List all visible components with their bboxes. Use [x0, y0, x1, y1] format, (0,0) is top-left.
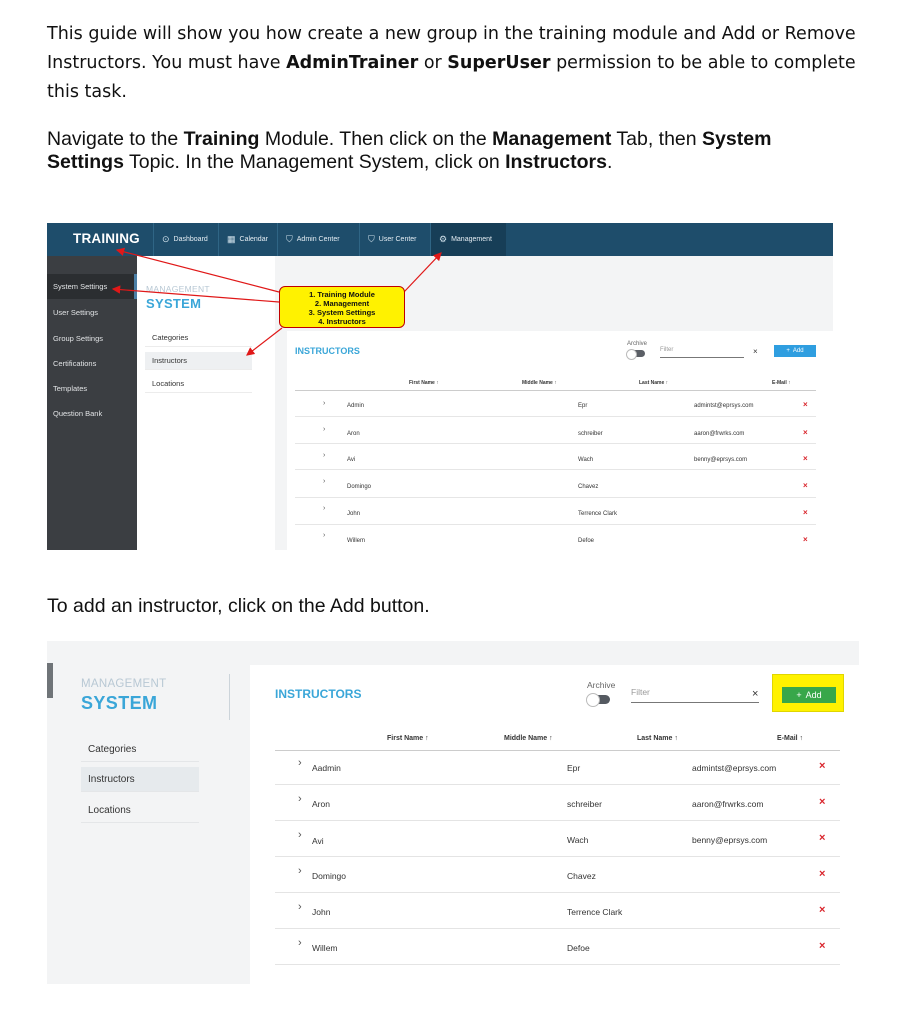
cell-first-name: Aron: [312, 799, 330, 809]
cell-first-name: John: [312, 907, 331, 917]
row-divider: [275, 892, 840, 893]
expand-icon[interactable]: ›: [298, 757, 302, 769]
row-divider: [275, 784, 840, 785]
filter-input[interactable]: Filter: [631, 687, 759, 703]
expand-icon[interactable]: ›: [298, 901, 302, 913]
cell-last-name: Chavez: [567, 871, 596, 881]
system-label: SYSTEM: [81, 693, 158, 713]
clear-filter-icon[interactable]: ×: [752, 688, 758, 700]
cell-first-name: Willem: [312, 943, 338, 953]
arrow-to-instructors: [246, 327, 283, 356]
column-email[interactable]: E-Mail ↑: [777, 735, 803, 742]
cell-last-name: Defoe: [567, 943, 590, 953]
cell-first-name: Domingo: [312, 871, 347, 881]
expand-icon[interactable]: ›: [298, 793, 302, 805]
instructors-title: INSTRUCTORS: [275, 687, 362, 701]
delete-icon[interactable]: ×: [819, 904, 825, 916]
add-label: Add: [805, 690, 822, 700]
menu-locations[interactable]: Locations: [81, 798, 199, 823]
cell-last-name: Epr: [567, 763, 581, 773]
add-instructor-button[interactable]: + Add: [782, 687, 836, 703]
expand-icon[interactable]: ›: [298, 937, 302, 949]
archive-toggle[interactable]: [586, 693, 610, 707]
cell-first-name: Aadmin: [312, 763, 341, 773]
arrow-to-training: [115, 247, 280, 293]
screenshot-instructors-add: MANAGEMENT SYSTEM Categories Instructors…: [47, 641, 859, 984]
delete-icon[interactable]: ×: [819, 832, 825, 844]
cell-last-name: Wach: [567, 835, 589, 845]
column-first-name[interactable]: First Name ↑: [387, 735, 429, 742]
header-divider: [275, 750, 840, 751]
callout-step-3: 3. System Settings: [308, 308, 376, 317]
archive-label: Archive: [587, 680, 616, 690]
expand-icon[interactable]: ›: [298, 865, 302, 877]
accent-bar: [47, 663, 53, 698]
management-label: MANAGEMENT: [81, 678, 167, 690]
add-instruction: To add an instructor, click on the Add b…: [47, 595, 430, 617]
column-middle-name[interactable]: Middle Name ↑: [504, 735, 553, 742]
instructors-panel: INSTRUCTORS Archive Filter × + Add First …: [250, 665, 859, 984]
row-divider: [275, 820, 840, 821]
callout-step-4: 4. Instructors: [318, 317, 366, 326]
expand-icon[interactable]: ›: [298, 829, 302, 841]
callout-step-2: 2. Management: [314, 299, 370, 308]
arrow-to-management: [403, 252, 442, 293]
cell-last-name: Terrence Clark: [567, 907, 623, 917]
cell-first-name: Avi: [312, 836, 324, 846]
delete-icon[interactable]: ×: [819, 940, 825, 952]
arrow-to-system-settings: [111, 285, 280, 303]
delete-icon[interactable]: ×: [819, 760, 825, 772]
plus-icon: +: [796, 690, 802, 700]
steps-callout: 1. Training Module 2. Management 3. Syst…: [279, 286, 405, 328]
menu-categories[interactable]: Categories: [81, 737, 199, 762]
cell-email: benny@eprsys.com: [692, 835, 768, 845]
column-last-name[interactable]: Last Name ↑: [637, 735, 678, 742]
header-divider: [229, 674, 230, 720]
row-divider: [275, 964, 840, 965]
callout-step-1: 1. Training Module: [309, 290, 375, 299]
menu-instructors[interactable]: Instructors: [81, 767, 199, 792]
cell-email: aaron@frwrks.com: [692, 799, 764, 809]
delete-icon[interactable]: ×: [819, 796, 825, 808]
cell-email: admintst@eprsys.com: [692, 763, 777, 773]
row-divider: [275, 856, 840, 857]
delete-icon[interactable]: ×: [819, 868, 825, 880]
cell-last-name: schreiber: [567, 799, 602, 809]
row-divider: [275, 928, 840, 929]
